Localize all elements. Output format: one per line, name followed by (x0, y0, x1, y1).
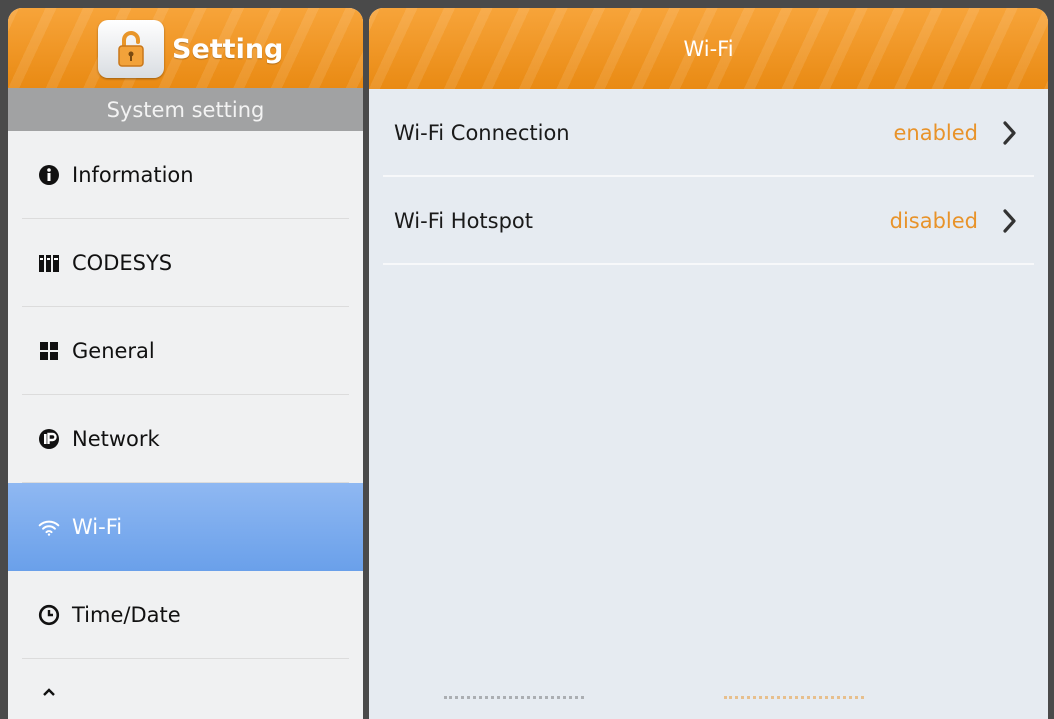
wifi-hotspot-row[interactable]: Wi-Fi Hotspot disabled (369, 177, 1048, 265)
chevron-up-icon (38, 681, 60, 703)
sidebar-item-partial[interactable] (8, 659, 363, 709)
sidebar-item-time-date[interactable]: Time/Date (8, 571, 363, 659)
wifi-connection-row[interactable]: Wi-Fi Connection enabled (369, 89, 1048, 177)
wifi-icon (38, 516, 60, 538)
codesys-icon (38, 252, 60, 274)
wifi-settings-panel: Wi-Fi Wi-Fi Connection enabled Wi-Fi Hot… (369, 8, 1048, 719)
settings-list: Wi-Fi Connection enabled Wi-Fi Hotspot d… (369, 89, 1048, 265)
chevron-right-icon (1002, 120, 1018, 146)
clock-icon (38, 604, 60, 626)
app-badge: Setting (98, 20, 283, 78)
sidebar-item-label: Network (72, 427, 160, 451)
sidebar-item-wifi[interactable]: Wi-Fi (8, 483, 363, 571)
sidebar-header: Setting (8, 8, 363, 88)
sidebar-item-information[interactable]: Information (8, 131, 363, 219)
sidebar-section-header: System setting (8, 88, 363, 131)
unlock-icon[interactable] (98, 20, 164, 78)
sidebar-item-label: CODESYS (72, 251, 173, 275)
grid-icon (38, 340, 60, 362)
sidebar-menu: Information CODESYS General Network Wi-F… (8, 131, 363, 719)
sidebar-item-label: Wi-Fi (72, 515, 123, 539)
sidebar-item-codesys[interactable]: CODESYS (8, 219, 363, 307)
setting-label: Wi-Fi Connection (394, 121, 570, 145)
sidebar-item-label: Information (72, 163, 194, 187)
ip-icon (38, 428, 60, 450)
sidebar-section-label: System setting (106, 97, 265, 122)
panel-header: Wi-Fi (369, 8, 1048, 89)
settings-sidebar: Setting System setting Information CODES… (8, 8, 363, 719)
app-title: Setting (172, 33, 284, 65)
setting-label: Wi-Fi Hotspot (394, 209, 534, 233)
sidebar-item-label: Time/Date (72, 603, 181, 627)
chevron-right-icon (1002, 208, 1018, 234)
faded-text-artifact (444, 693, 584, 699)
info-icon (38, 164, 60, 186)
divider (383, 263, 1034, 265)
faded-value-artifact (724, 693, 864, 699)
sidebar-item-network[interactable]: Network (8, 395, 363, 483)
setting-value: disabled (889, 209, 978, 233)
sidebar-item-general[interactable]: General (8, 307, 363, 395)
page-title: Wi-Fi (683, 36, 734, 61)
setting-value: enabled (893, 121, 978, 145)
sidebar-item-label: General (72, 339, 155, 363)
